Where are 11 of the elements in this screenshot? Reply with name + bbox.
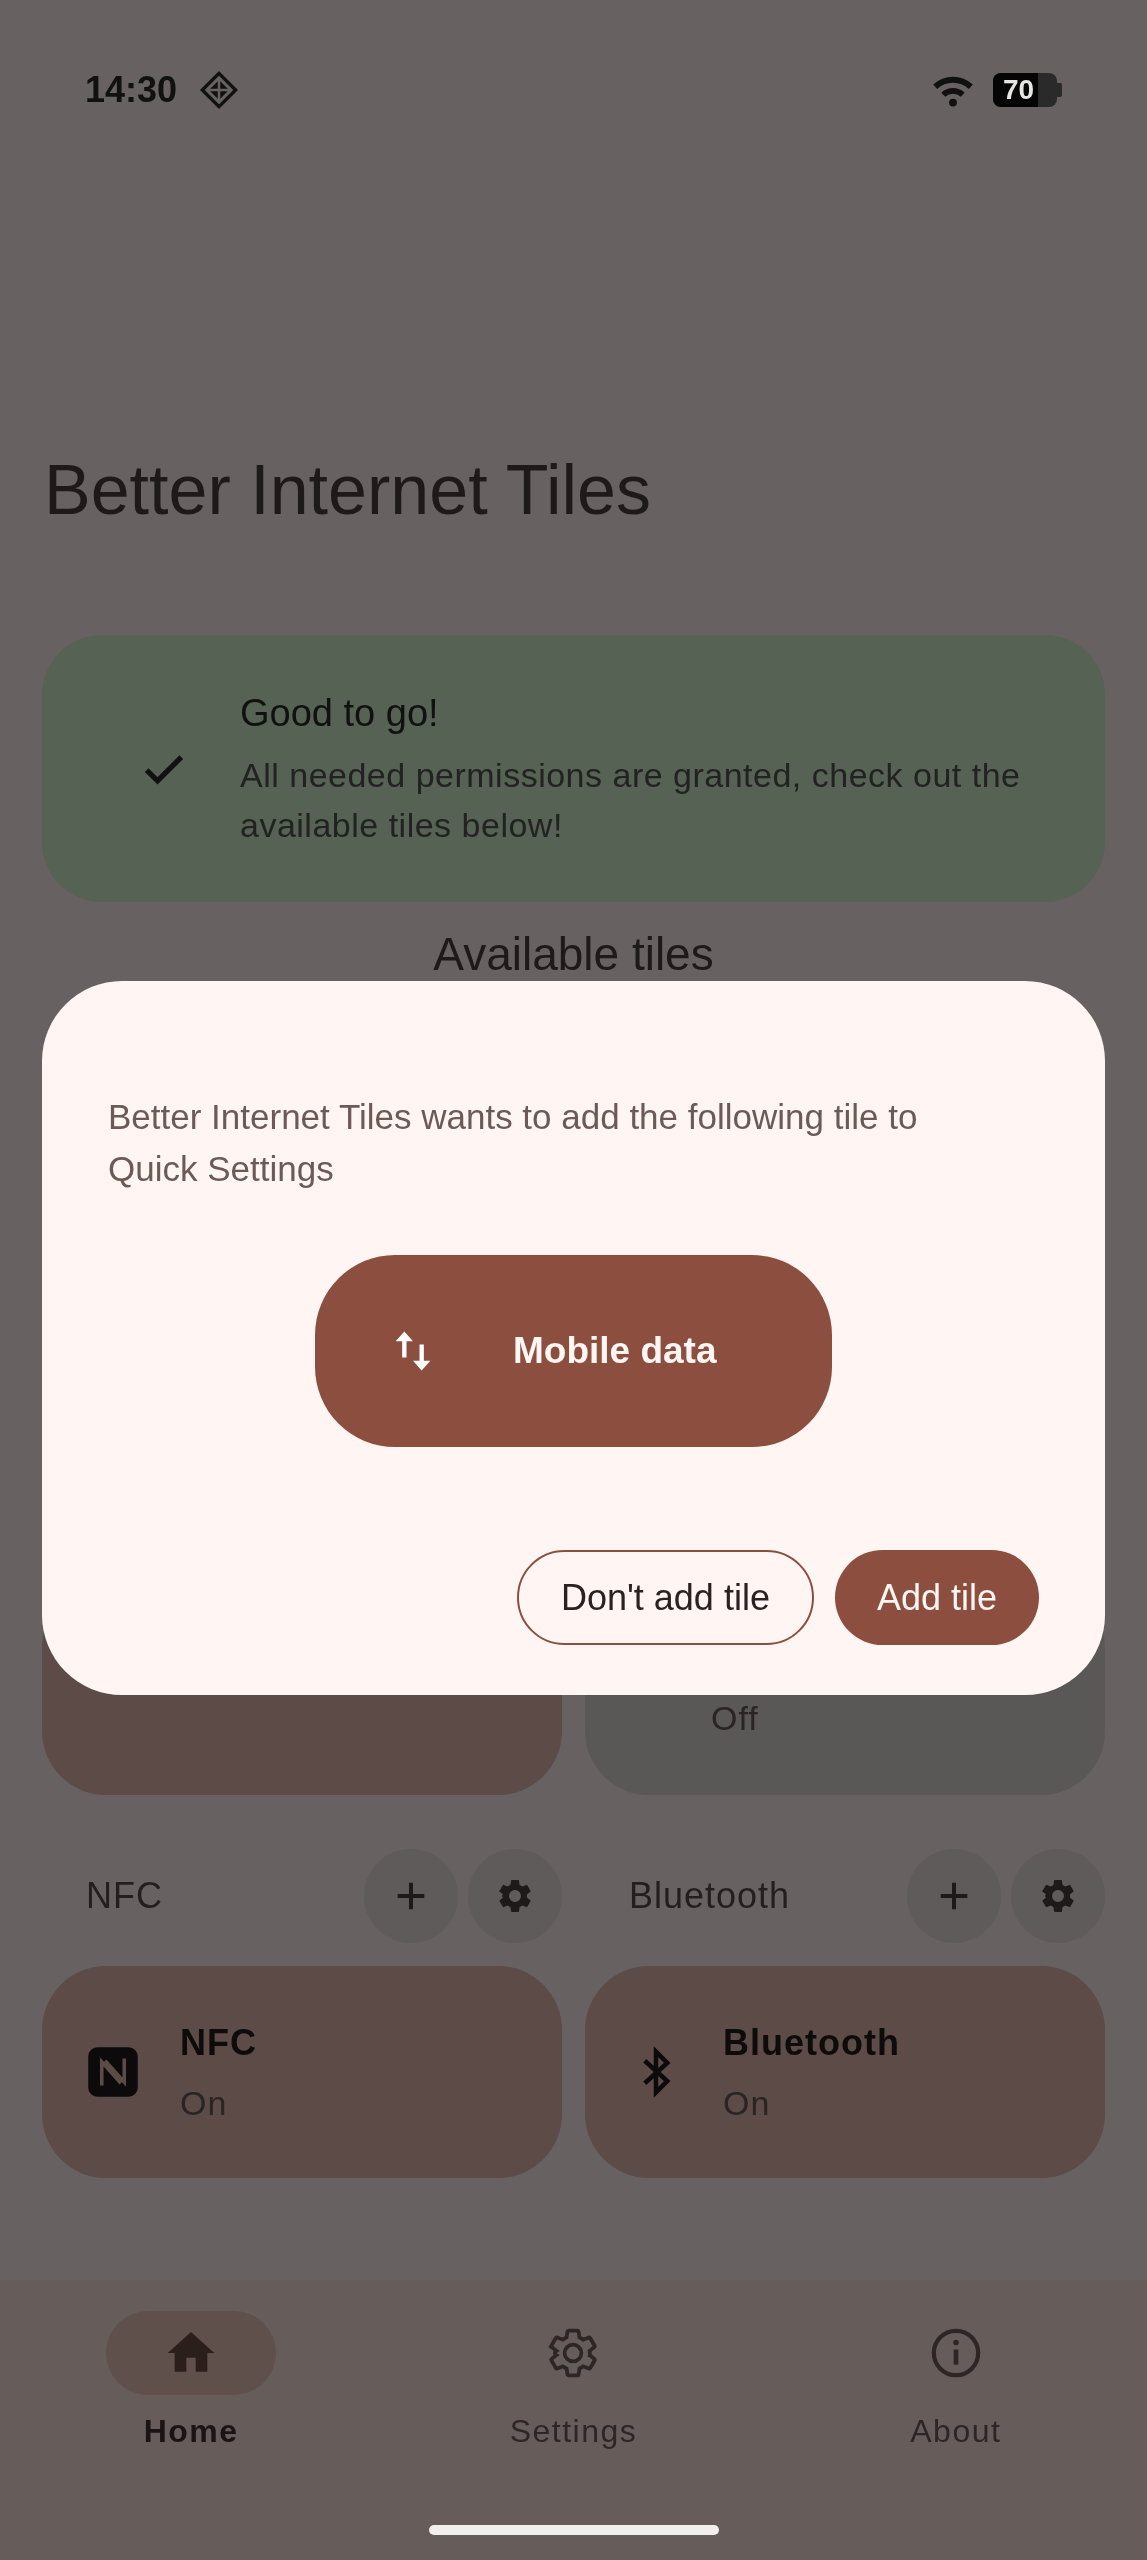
tile-title: NFC [180, 2021, 257, 2065]
clock: 14:30 [85, 68, 178, 112]
tile-title: Bluetooth [723, 2021, 900, 2065]
card-title: Good to go! [240, 690, 440, 736]
section-label: Bluetooth [629, 1874, 791, 1918]
section-title: Available tiles [432, 928, 715, 980]
dialog-message: Better Internet Tiles wants to add the following tile to Quick Settings [108, 1096, 919, 1190]
card-text: All needed permissions are granted, check out the available tiles below! [240, 754, 1022, 846]
tile-label: Mobile data [513, 1329, 717, 1374]
page-title: Better Internet Tiles [44, 450, 652, 530]
section-label: NFC [86, 1874, 163, 1918]
